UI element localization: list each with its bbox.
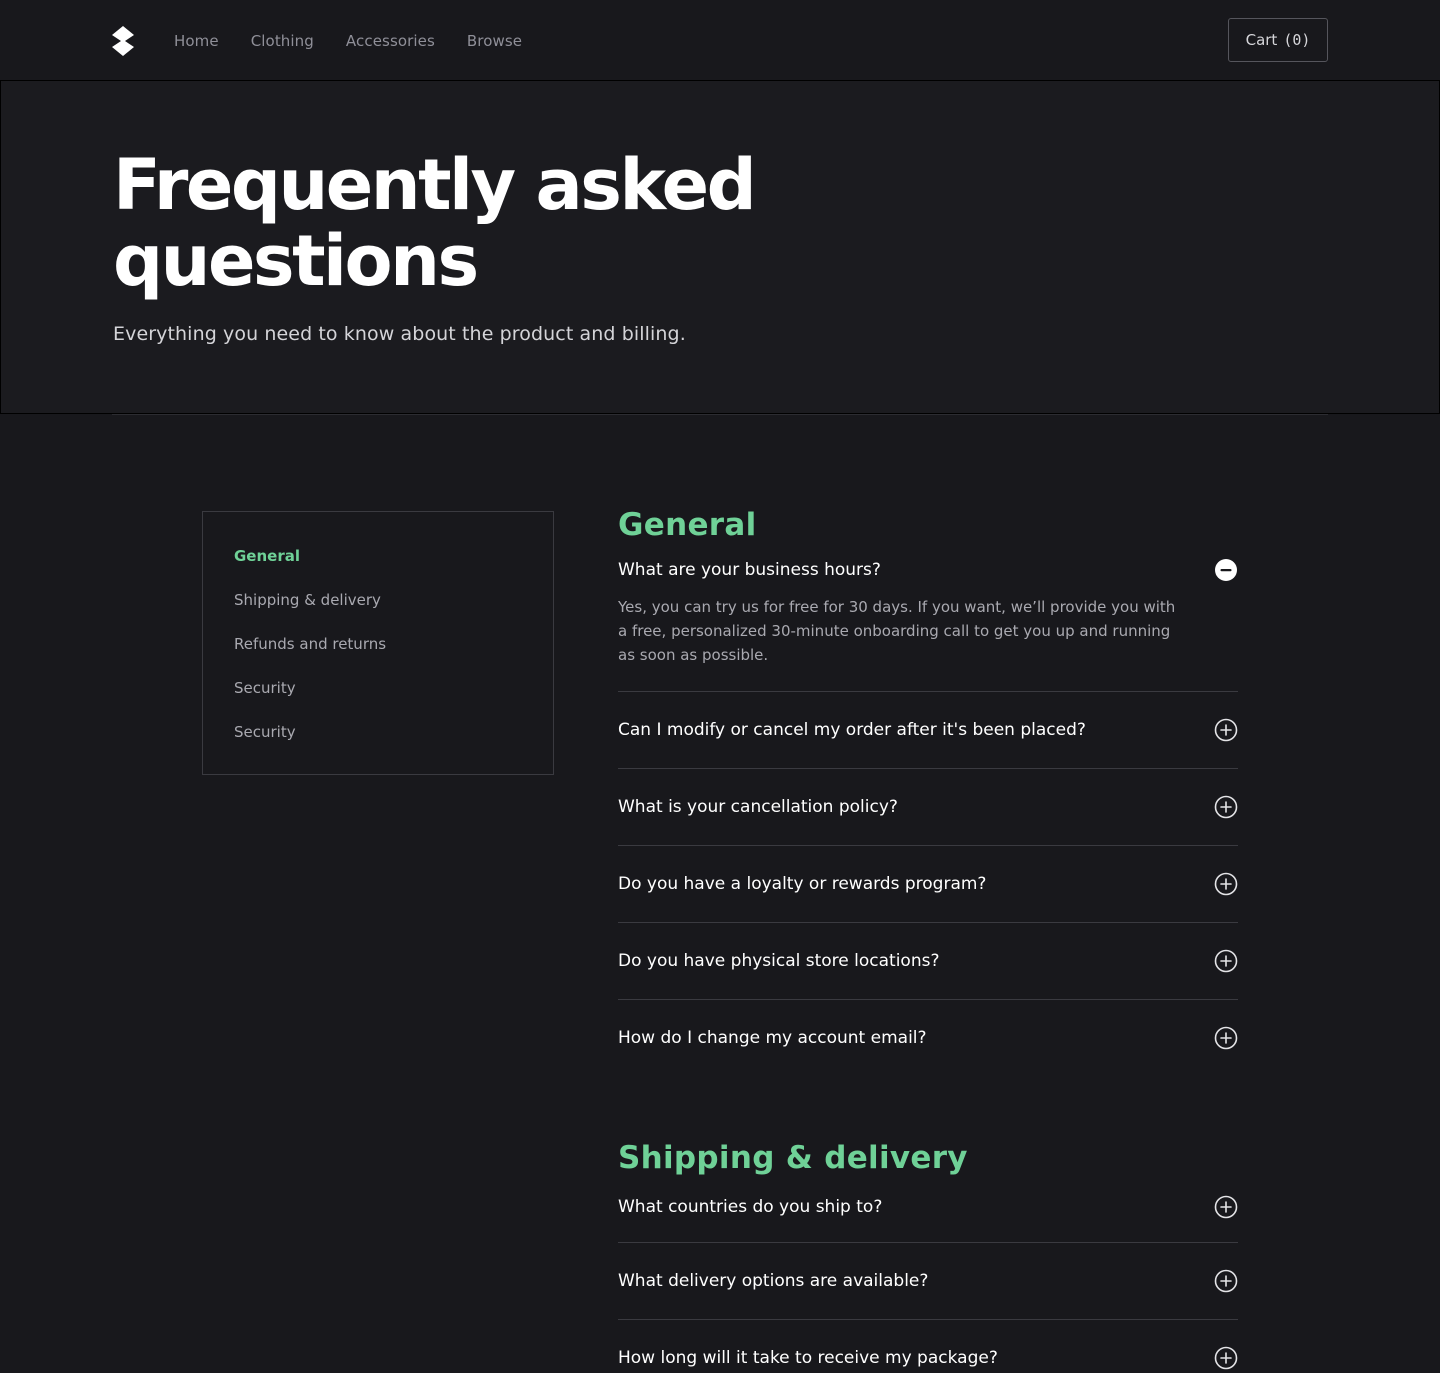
top-navbar: Home Clothing Accessories Browse Cart (0… — [0, 0, 1440, 81]
main-nav: Home Clothing Accessories Browse — [174, 0, 522, 81]
plus-circle-icon[interactable] — [1214, 1269, 1238, 1293]
faq-item: What delivery options are available? — [618, 1243, 1238, 1320]
plus-circle-icon[interactable] — [1214, 1026, 1238, 1050]
faq-question: How long will it take to receive my pack… — [618, 1348, 998, 1368]
faq-item: Do you have physical store locations? — [618, 923, 1238, 1000]
faq-question-toggle[interactable]: How long will it take to receive my pack… — [618, 1320, 1238, 1373]
faq-item: How long will it take to receive my pack… — [618, 1320, 1238, 1373]
faq-question-toggle[interactable]: What delivery options are available? — [618, 1243, 1238, 1319]
faq-section-general: General What are your business hours? Ye… — [618, 505, 1238, 1076]
faq-item: What countries do you ship to? — [618, 1172, 1238, 1243]
faq-question: Can I modify or cancel my order after it… — [618, 720, 1086, 740]
page-subtitle: Everything you need to know about the pr… — [113, 323, 686, 345]
nav-link-clothing[interactable]: Clothing — [251, 32, 314, 50]
faq-question: What delivery options are available? — [618, 1271, 929, 1291]
hero-section: Frequently asked questions Everything yo… — [0, 80, 1440, 414]
plus-circle-icon[interactable] — [1214, 795, 1238, 819]
faq-item: How do I change my account email? — [618, 1000, 1238, 1076]
faq-question-toggle[interactable]: Do you have a loyalty or rewards program… — [618, 846, 1238, 922]
faq-question-toggle[interactable]: What are your business hours? — [618, 545, 1238, 595]
section-heading-general: General — [618, 507, 757, 543]
sidebar-item-shipping-delivery[interactable]: Shipping & delivery — [234, 588, 553, 632]
sidebar-item-general[interactable]: General — [234, 544, 553, 588]
sidebar-item-security[interactable]: Security — [234, 676, 553, 720]
faq-question: Do you have physical store locations? — [618, 951, 940, 971]
faq-item: Do you have a loyalty or rewards program… — [618, 846, 1238, 923]
nav-link-accessories[interactable]: Accessories — [346, 32, 435, 50]
brand-logo-icon[interactable] — [112, 26, 134, 56]
cart-label: Cart — [1245, 31, 1278, 49]
section-divider — [112, 414, 1328, 415]
faq-answer: Yes, you can try us for free for 30 days… — [618, 598, 1176, 664]
nav-link-home[interactable]: Home — [174, 32, 219, 50]
plus-circle-icon[interactable] — [1214, 718, 1238, 742]
sidebar-item-security-2[interactable]: Security — [234, 720, 553, 764]
faq-question-toggle[interactable]: How do I change my account email? — [618, 1000, 1238, 1076]
plus-circle-icon[interactable] — [1214, 1346, 1238, 1370]
nav-link-browse[interactable]: Browse — [467, 32, 522, 50]
faq-item: Can I modify or cancel my order after it… — [618, 692, 1238, 769]
faq-question: How do I change my account email? — [618, 1028, 927, 1048]
page-title: Frequently asked questions — [113, 144, 757, 302]
faq-item: What is your cancellation policy? — [618, 769, 1238, 846]
faq-question: Do you have a loyalty or rewards program… — [618, 874, 987, 894]
faq-question: What is your cancellation policy? — [618, 797, 898, 817]
faq-question-toggle[interactable]: Can I modify or cancel my order after it… — [618, 692, 1238, 768]
faq-question-toggle[interactable]: What is your cancellation policy? — [618, 769, 1238, 845]
plus-circle-icon[interactable] — [1214, 1195, 1238, 1219]
minus-circle-icon[interactable] — [1214, 558, 1238, 582]
plus-circle-icon[interactable] — [1214, 872, 1238, 896]
faq-question-toggle[interactable]: What countries do you ship to? — [618, 1172, 1238, 1242]
cart-count: (0) — [1283, 31, 1311, 49]
faq-question: What countries do you ship to? — [618, 1197, 883, 1217]
faq-question-toggle[interactable]: Do you have physical store locations? — [618, 923, 1238, 999]
cart-button[interactable]: Cart (0) — [1228, 18, 1328, 62]
sidebar-item-refunds-returns[interactable]: Refunds and returns — [234, 632, 553, 676]
faq-item: What are your business hours? Yes, you c… — [618, 545, 1238, 692]
faq-question: What are your business hours? — [618, 560, 881, 580]
plus-circle-icon[interactable] — [1214, 949, 1238, 973]
faq-section-shipping: Shipping & delivery What countries do yo… — [618, 1138, 1238, 1373]
faq-category-sidebar: General Shipping & delivery Refunds and … — [202, 511, 554, 775]
